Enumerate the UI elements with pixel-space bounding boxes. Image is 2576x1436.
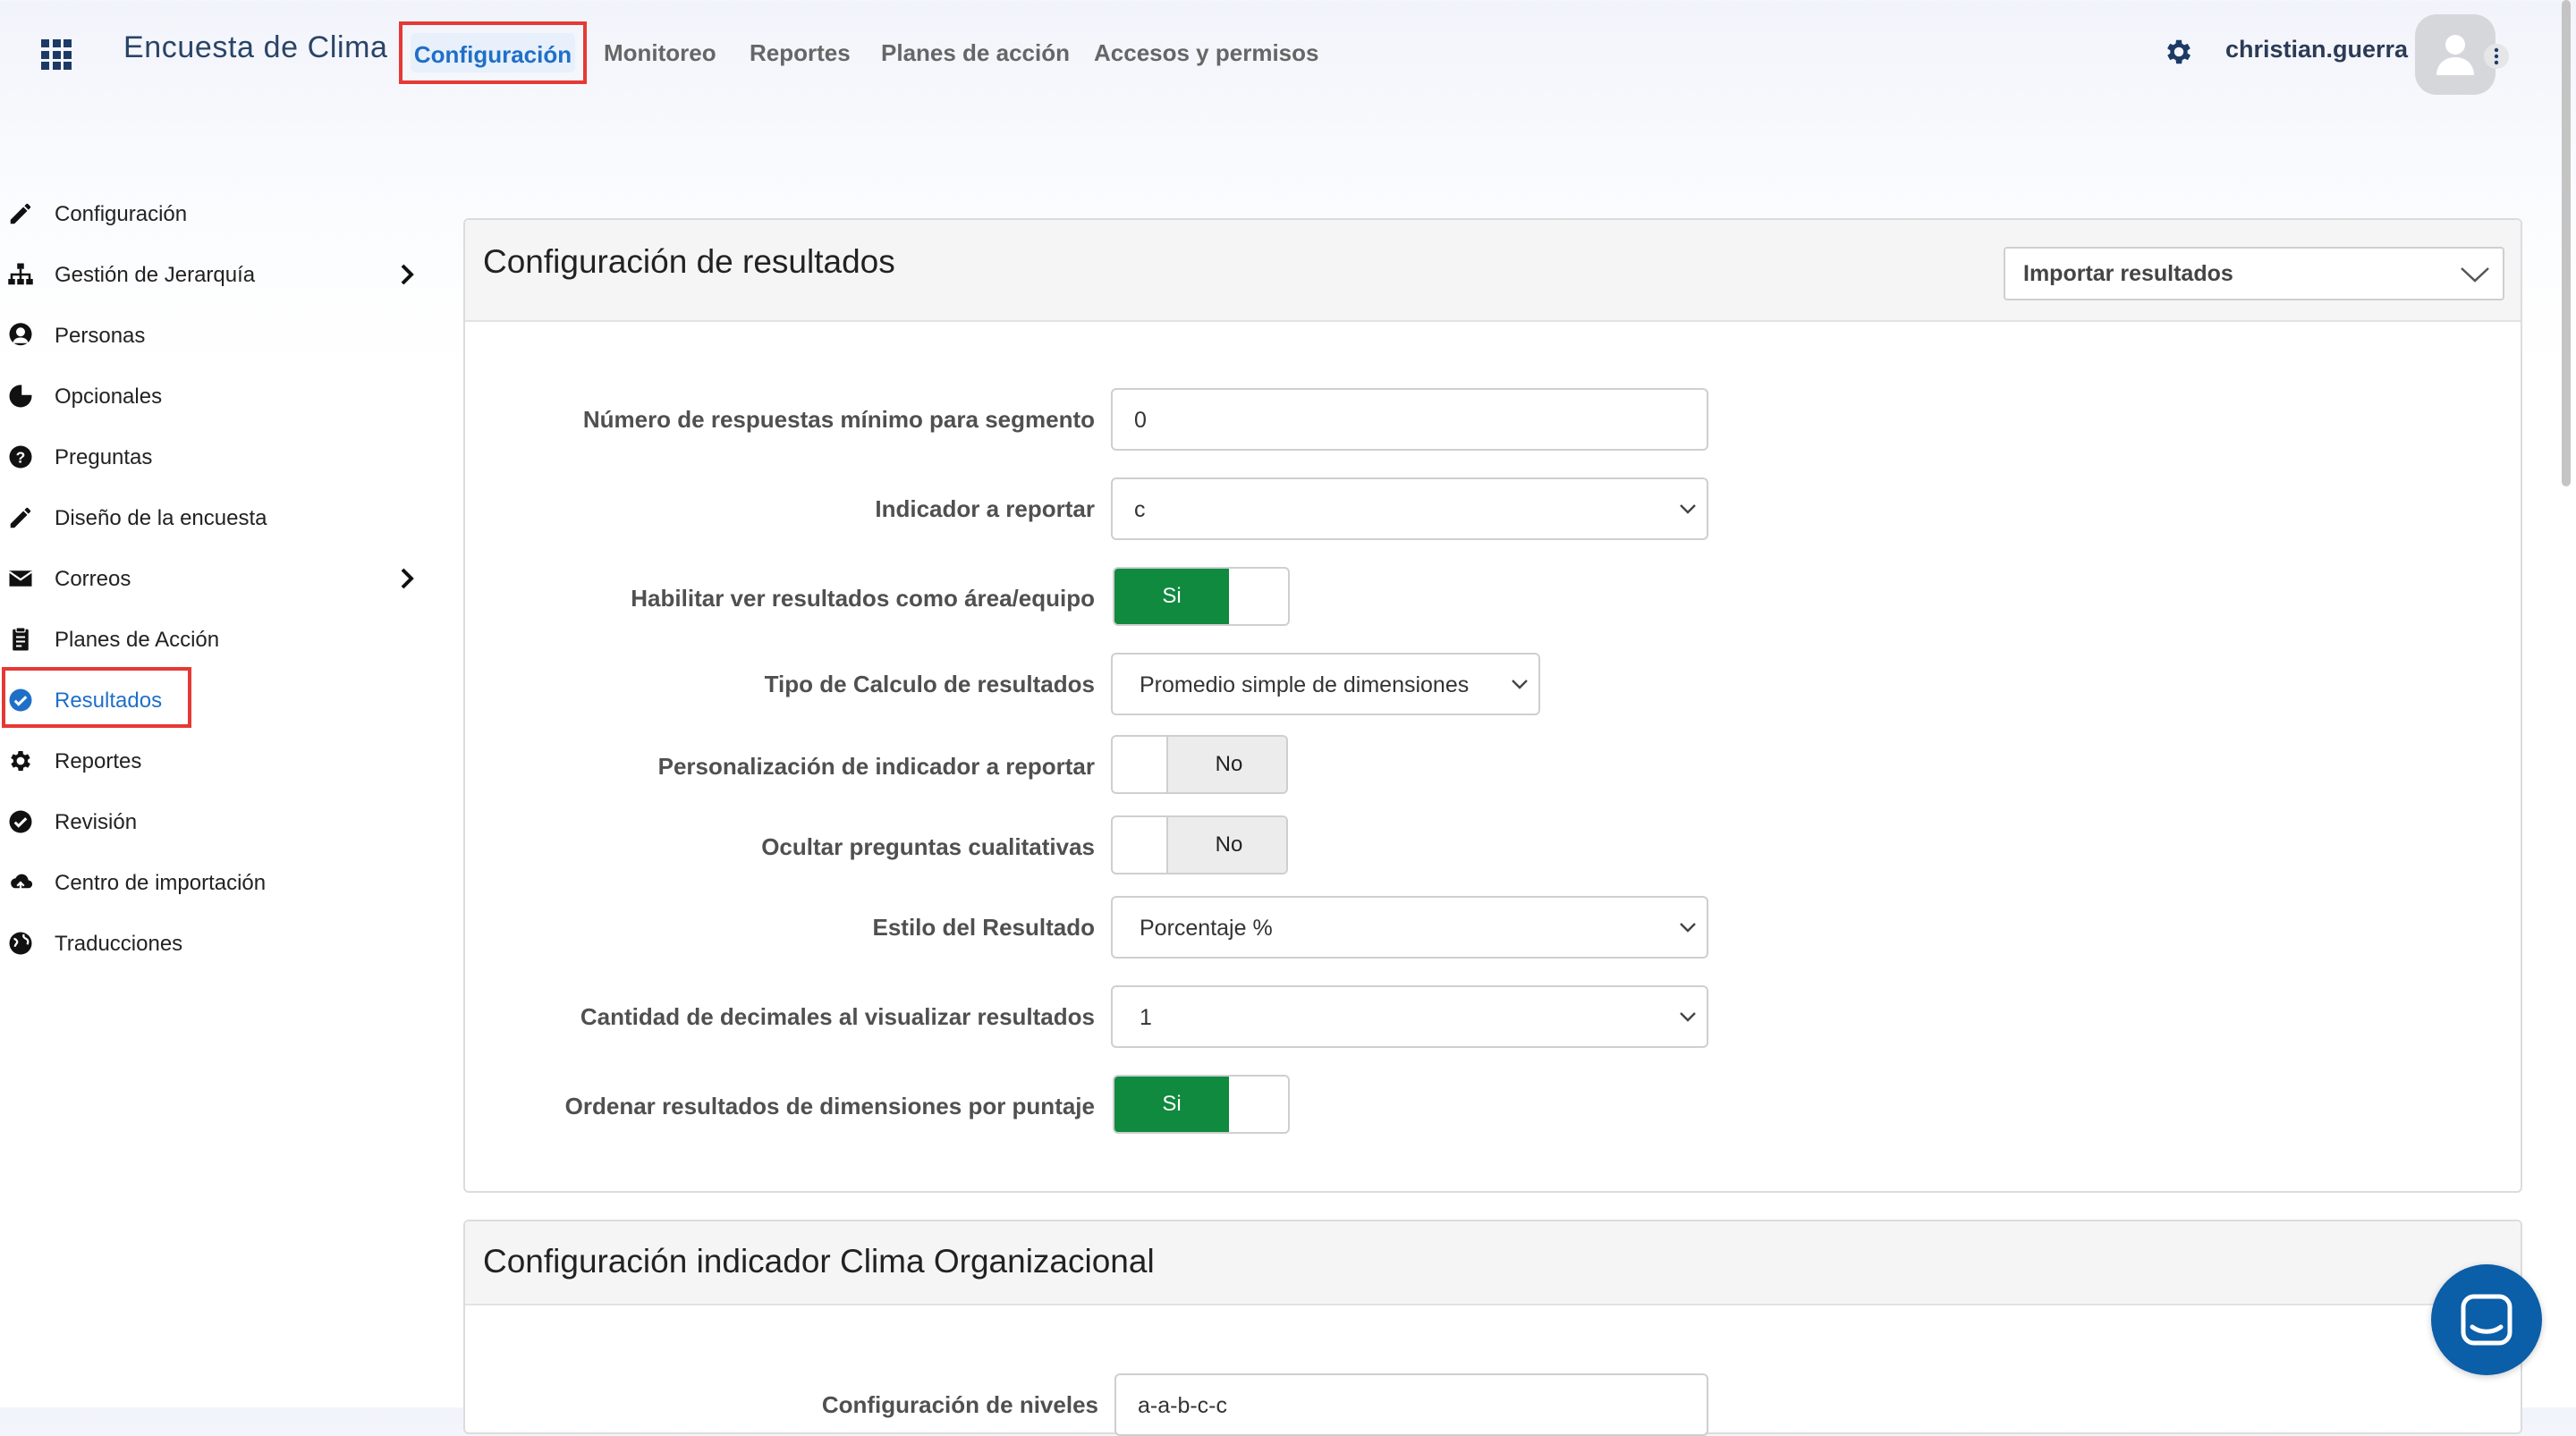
user-name[interactable]: christian.guerra: [2225, 36, 2408, 63]
apps-grid-icon[interactable]: [41, 39, 72, 70]
chevron-down-icon: [1680, 504, 1696, 514]
gear-icon: [11, 751, 30, 771]
nav-tab-accesos-y-permisos[interactable]: Accesos y permisos: [1094, 39, 1318, 67]
chat-support-button[interactable]: [2431, 1264, 2542, 1375]
more-options-icon[interactable]: [2483, 41, 2510, 72]
cloud-upload-icon: [11, 874, 33, 893]
sidebar-item-opcionales[interactable]: Opcionales: [0, 374, 429, 418]
panel-title: Configuración indicador Clima Organizaci…: [483, 1243, 1155, 1280]
chevron-down-icon: [1512, 680, 1528, 689]
sidebar-item-diseno-de-la-encuesta[interactable]: Diseño de la encuesta: [0, 495, 429, 540]
sidebar-item-correos[interactable]: Correos: [0, 556, 429, 601]
hide-qualitative-label: Ocultar preguntas cualitativas: [761, 833, 1095, 860]
person-icon: [9, 323, 32, 346]
chevron-down-icon: [1680, 1012, 1696, 1022]
chevron-right-icon[interactable]: [397, 567, 417, 590]
chevron-down-icon: [1680, 923, 1696, 933]
resultados-highlight-box: [2, 667, 191, 728]
globe-icon: [9, 932, 32, 955]
calc-type-select[interactable]: Promedio simple de dimensiones: [1111, 653, 1540, 715]
results-config-panel: Configuración de resultados Importar res…: [463, 218, 2522, 1193]
sidebar-item-traducciones[interactable]: Traducciones: [0, 921, 429, 966]
nav-tab-monitoreo[interactable]: Monitoreo: [604, 39, 716, 67]
levels-label: Configuración de niveles: [821, 1391, 1098, 1418]
area-results-toggle[interactable]: Si: [1113, 567, 1290, 626]
app-title: Encuesta de Clima: [123, 30, 388, 64]
pencil-icon: [10, 507, 31, 528]
sidebar-item-personas[interactable]: Personas: [0, 313, 429, 358]
chevron-right-icon[interactable]: [397, 263, 417, 286]
sort-by-score-label: Ordenar resultados de dimensiones por pu…: [564, 1093, 1095, 1119]
indicator-select[interactable]: c: [1111, 477, 1708, 540]
hierarchy-icon: [8, 263, 33, 285]
svg-text:?: ?: [16, 448, 26, 466]
hide-qualitative-toggle[interactable]: No: [1111, 815, 1288, 874]
min-responses-label: Número de respuestas mínimo para segment…: [582, 406, 1095, 433]
top-navigation-bar: Encuesta de Clima Configuración Monitore…: [0, 0, 2576, 107]
nav-tab-planes-de-accion[interactable]: Planes de acción: [881, 39, 1070, 67]
sidebar-item-configuracion[interactable]: Configuración: [0, 191, 429, 236]
pie-chart-icon: [9, 384, 33, 408]
panel-title: Configuración de resultados: [483, 243, 895, 280]
sidebar-item-planes-de-accion[interactable]: Planes de Acción: [0, 617, 429, 662]
chat-bubble-icon: [2461, 1294, 2512, 1346]
climate-indicator-header: Configuración indicador Clima Organizaci…: [465, 1221, 2521, 1305]
scrollbar-thumb[interactable]: [2562, 0, 2571, 486]
climate-indicator-panel: Configuración indicador Clima Organizaci…: [463, 1220, 2522, 1436]
page-scrollbar[interactable]: [2560, 0, 2572, 1407]
chevron-down-icon: [2461, 267, 2489, 283]
question-icon: ?: [9, 445, 32, 469]
decimals-select[interactable]: 1: [1111, 985, 1708, 1048]
import-results-dropdown[interactable]: Importar resultados: [2004, 247, 2504, 300]
decimals-label: Cantidad de decimales al visualizar resu…: [580, 1003, 1095, 1030]
nav-tab-reportes[interactable]: Reportes: [750, 39, 851, 67]
custom-indicator-label: Personalización de indicador a reportar: [657, 753, 1095, 780]
clipboard-icon: [13, 627, 29, 651]
check-circle-icon: [9, 810, 32, 833]
settings-gear-icon[interactable]: [2163, 36, 2195, 68]
nav-tab-configuracion[interactable]: Configuración: [399, 21, 587, 84]
min-responses-input[interactable]: 0: [1111, 388, 1708, 451]
result-style-label: Estilo del Resultado: [872, 914, 1096, 941]
custom-indicator-toggle[interactable]: No: [1111, 735, 1288, 794]
area-results-label: Habilitar ver resultados como área/equip…: [631, 585, 1095, 612]
sidebar-item-preguntas[interactable]: ? Preguntas: [0, 435, 429, 479]
sidebar-item-gestion-de-jerarquia[interactable]: Gestión de Jerarquía: [0, 252, 429, 297]
calc-type-label: Tipo de Calculo de resultados: [764, 671, 1095, 697]
sidebar-item-reportes[interactable]: Reportes: [0, 739, 429, 783]
results-config-header: Configuración de resultados Importar res…: [465, 220, 2521, 322]
sidebar-item-centro-de-importacion[interactable]: Centro de importación: [0, 860, 429, 905]
envelope-icon: [8, 570, 33, 587]
result-style-select[interactable]: Porcentaje %: [1111, 896, 1708, 959]
pencil-icon: [10, 203, 31, 224]
user-silhouette-icon: [2436, 35, 2474, 75]
sidebar-item-revision[interactable]: Revisión: [0, 799, 429, 844]
sort-by-score-toggle[interactable]: Si: [1113, 1075, 1290, 1134]
levels-input[interactable]: a-a-b-c-c: [1114, 1373, 1708, 1436]
indicator-label: Indicador a reportar: [875, 495, 1095, 522]
